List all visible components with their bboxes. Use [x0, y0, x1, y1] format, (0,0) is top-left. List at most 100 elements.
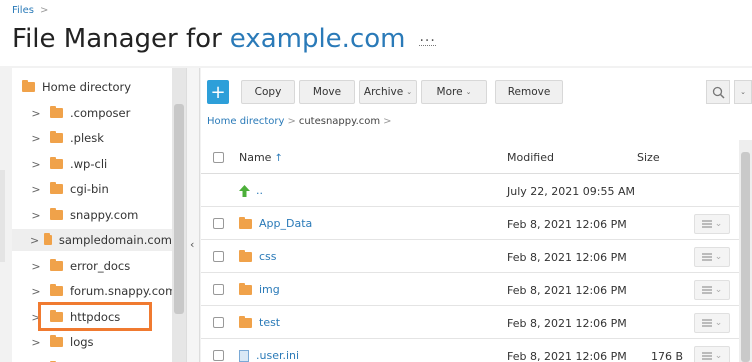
- table-row[interactable]: App_Data Feb 8, 2021 12:06 PM ⌄: [201, 207, 741, 240]
- tree-scrollbar[interactable]: [172, 68, 186, 362]
- row-name-label: test: [259, 316, 281, 329]
- breadcrumb-separator: >: [287, 116, 296, 127]
- row-checkbox[interactable]: [213, 218, 224, 229]
- tree-item-wp-cli[interactable]: > .wp-cli: [30, 153, 107, 175]
- table-row[interactable]: css Feb 8, 2021 12:06 PM ⌄: [201, 240, 741, 273]
- folder-icon: [50, 208, 63, 220]
- tree-item-plesk[interactable]: > .plesk: [30, 127, 104, 149]
- menu-icon: [701, 352, 712, 360]
- column-header-size[interactable]: Size: [637, 151, 660, 164]
- row-name[interactable]: img: [239, 282, 280, 296]
- chevron-right-icon[interactable]: >: [30, 209, 42, 222]
- table-row[interactable]: .user.ini Feb 8, 2021 12:06 PM 176 B ⌄: [201, 339, 741, 362]
- row-modified: Feb 8, 2021 12:06 PM: [507, 317, 627, 330]
- row-checkbox[interactable]: [213, 284, 224, 295]
- tree-item-label: forum.snappy.com: [70, 284, 172, 298]
- chevron-right-icon[interactable]: >: [30, 285, 42, 298]
- breadcrumb-files-link[interactable]: Files: [12, 5, 34, 16]
- tree-item-home-directory[interactable]: Home directory: [22, 76, 131, 98]
- menu-icon: [701, 253, 712, 261]
- folder-icon: [22, 80, 35, 92]
- directory-tree: Home directory > .composer > .plesk > .w…: [12, 68, 172, 362]
- more-button[interactable]: More ⌄: [421, 80, 487, 104]
- menu-icon: [701, 220, 712, 228]
- sort-asc-icon: ↑: [274, 153, 283, 164]
- folder-icon: [239, 216, 252, 229]
- table-row[interactable]: test Feb 8, 2021 12:06 PM ⌄: [201, 306, 741, 339]
- row-checkbox[interactable]: [213, 251, 224, 262]
- copy-button[interactable]: Copy: [241, 80, 295, 104]
- row-checkbox[interactable]: [213, 317, 224, 328]
- row-name[interactable]: ..: [239, 184, 263, 197]
- folder-icon: [50, 335, 63, 347]
- tree-item-composer[interactable]: > .composer: [30, 102, 130, 124]
- row-modified: Feb 8, 2021 12:06 PM: [507, 284, 627, 297]
- tree-item-logs[interactable]: > logs: [30, 331, 94, 353]
- tree-item-cgi-bin[interactable]: > cgi-bin: [30, 178, 109, 200]
- row-modified: July 22, 2021 09:55 AM: [507, 185, 635, 198]
- collapse-tree-button[interactable]: ‹: [186, 68, 200, 362]
- chevron-right-icon[interactable]: >: [30, 336, 42, 349]
- search-options-dropdown[interactable]: ⌄: [734, 80, 752, 104]
- add-button[interactable]: +: [207, 80, 229, 104]
- table-row[interactable]: img Feb 8, 2021 12:06 PM ⌄: [201, 273, 741, 306]
- chevron-right-icon[interactable]: >: [30, 158, 42, 171]
- menu-icon: [701, 319, 712, 327]
- chevron-right-icon[interactable]: >: [30, 260, 42, 273]
- folder-icon: [50, 259, 63, 271]
- file-list-scrollbar[interactable]: [739, 140, 752, 362]
- file-manager-page: Files > File Manager for example.com ...…: [0, 0, 752, 362]
- archive-button[interactable]: Archive ⌄: [359, 80, 417, 104]
- row-name[interactable]: App_Data: [239, 216, 312, 230]
- chevron-down-icon: ⌄: [714, 219, 723, 229]
- tree-item-error-docs[interactable]: > error_docs: [30, 255, 130, 277]
- tree-item-forum-snappy-com[interactable]: > forum.snappy.com: [30, 280, 172, 302]
- row-actions-menu[interactable]: ⌄: [694, 214, 730, 234]
- more-label: More: [436, 86, 463, 98]
- row-actions-menu[interactable]: ⌄: [694, 247, 730, 267]
- chevron-right-icon[interactable]: >: [30, 183, 42, 196]
- left-edge-strip: [0, 170, 5, 262]
- row-actions-menu[interactable]: ⌄: [694, 280, 730, 300]
- breadcrumb-home-directory[interactable]: Home directory: [207, 116, 284, 127]
- page-title-prefix: File Manager for: [12, 24, 222, 54]
- tree-item-label: sampledomain.com: [58, 233, 172, 247]
- row-name[interactable]: .user.ini: [239, 349, 299, 362]
- table-row-parent[interactable]: .. July 22, 2021 09:55 AM: [201, 174, 741, 207]
- folder-icon: [50, 131, 63, 143]
- tree-item-snappy-com[interactable]: > snappy.com: [30, 204, 138, 226]
- row-checkbox[interactable]: [213, 350, 224, 361]
- file-icon: [239, 349, 249, 362]
- row-name-label: ..: [256, 184, 263, 197]
- search-button[interactable]: [706, 80, 730, 104]
- tree-item-label: cgi-bin: [70, 182, 109, 196]
- row-actions-menu[interactable]: ⌄: [694, 313, 730, 333]
- column-header-name[interactable]: Name ↑: [239, 151, 283, 164]
- tree-scrollbar-thumb[interactable]: [174, 104, 184, 314]
- more-options-button[interactable]: ...: [419, 29, 436, 46]
- folder-icon: [50, 106, 63, 118]
- file-list-panel: + Copy Move Archive ⌄ More ⌄ Remove ⌄ Home…: [201, 68, 752, 362]
- tree-item-label: Home directory: [42, 80, 132, 94]
- row-actions-menu[interactable]: ⌄: [694, 346, 730, 362]
- folder-icon: [44, 233, 52, 245]
- row-name[interactable]: test: [239, 315, 281, 329]
- tree-item-label: error_docs: [70, 259, 131, 273]
- remove-button[interactable]: Remove: [495, 80, 563, 104]
- move-button[interactable]: Move: [299, 80, 355, 104]
- column-header-modified[interactable]: Modified: [507, 151, 554, 164]
- path-breadcrumb: Home directory > cutesnappy.com >: [207, 116, 392, 127]
- menu-icon: [701, 286, 712, 294]
- file-list-scrollbar-thumb[interactable]: [741, 152, 750, 362]
- breadcrumb-separator: >: [39, 5, 49, 16]
- chevron-right-icon[interactable]: >: [30, 107, 42, 120]
- tree-item-sampledomain-com[interactable]: > sampledomain.com: [12, 229, 172, 251]
- page-title-domain[interactable]: example.com: [230, 24, 406, 54]
- chevron-right-icon[interactable]: >: [30, 234, 39, 247]
- chevron-right-icon[interactable]: >: [30, 132, 42, 145]
- chevron-down-icon: ⌄: [714, 252, 723, 262]
- row-name[interactable]: css: [239, 249, 277, 263]
- row-size: 176 B: [651, 350, 684, 362]
- select-all-checkbox[interactable]: [213, 152, 224, 163]
- row-modified: Feb 8, 2021 12:06 PM: [507, 251, 627, 264]
